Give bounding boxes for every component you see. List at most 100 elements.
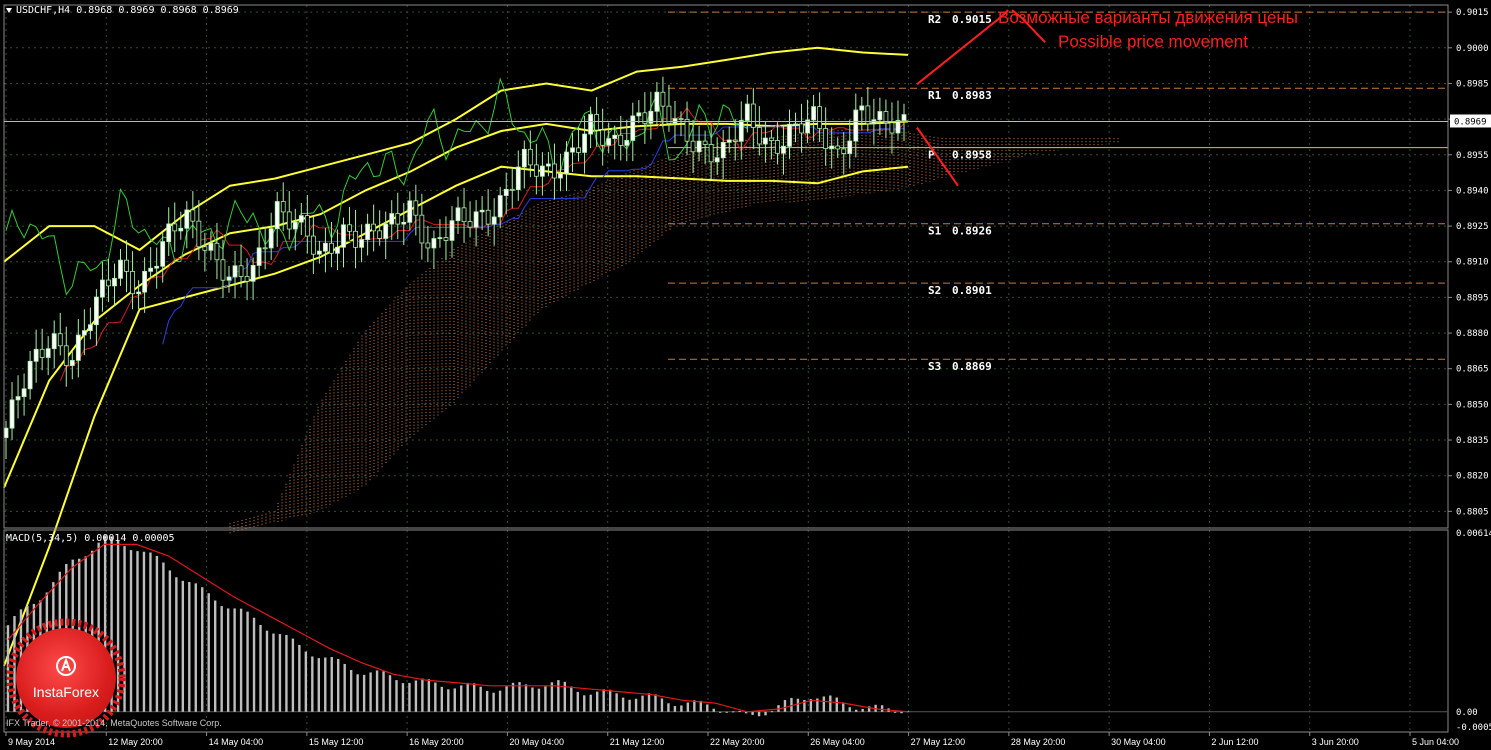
candle-up: [859, 105, 865, 111]
candle: [238, 244, 244, 288]
candle: [106, 258, 111, 303]
candle-up: [45, 348, 51, 358]
candle: [190, 191, 196, 239]
candle: [479, 196, 485, 230]
candle: [304, 194, 310, 254]
candle: [401, 203, 407, 245]
candle: [726, 126, 732, 153]
macd-bar: [900, 711, 903, 714]
pivot-label-value: 0.8926: [952, 225, 992, 238]
candle-up: [793, 123, 798, 126]
macd-bar: [259, 624, 262, 712]
macd-bar: [537, 688, 541, 712]
annotation-ru: Возможные варианты движения цены: [998, 8, 1299, 27]
chevron-down-icon[interactable]: [6, 7, 12, 13]
candle-up: [829, 145, 835, 150]
candle-up: [383, 223, 389, 239]
candle-down: [57, 333, 63, 347]
candle-up: [232, 265, 238, 278]
macd-bar: [220, 606, 223, 712]
candle-up: [726, 139, 732, 143]
macd-bar: [136, 551, 139, 712]
candle-up: [853, 109, 859, 142]
candle: [799, 103, 804, 153]
candle-down: [708, 144, 714, 163]
candle-up: [497, 195, 503, 218]
macd-bar: [628, 699, 631, 712]
macd-bar: [311, 656, 314, 712]
y-tick-label: 0.8880: [1456, 329, 1489, 339]
candle: [232, 251, 238, 299]
candle: [823, 107, 829, 166]
candle: [21, 373, 27, 416]
macd-bar: [615, 693, 618, 712]
candle-up: [696, 140, 702, 153]
candle-up: [178, 227, 184, 232]
candle-up: [449, 220, 455, 241]
candle-down: [702, 140, 708, 145]
candle-down: [130, 271, 135, 295]
candle-up: [112, 277, 117, 287]
candle-up: [564, 151, 569, 175]
macd-bar: [142, 551, 146, 712]
candle: [576, 126, 581, 162]
candle: [57, 312, 63, 356]
macd-bar: [589, 694, 592, 712]
macd-bar: [168, 570, 172, 712]
candle: [437, 219, 443, 248]
candle: [51, 320, 57, 369]
candle: [515, 150, 521, 201]
candle-down: [576, 147, 581, 153]
candle-up: [335, 246, 340, 254]
candle: [696, 125, 702, 162]
candle: [503, 172, 509, 215]
candle-up: [720, 141, 726, 159]
macd-panel: 0.00614 0.00 -0.00054: [4, 529, 1491, 733]
macd-bar: [725, 711, 728, 713]
x-tick-label: 16 May 20:00: [409, 737, 464, 747]
candle: [859, 97, 865, 131]
macd-bar: [641, 695, 644, 712]
candle-down: [190, 209, 196, 222]
candle-up: [208, 242, 214, 251]
macd-bar: [699, 700, 703, 712]
macd-bar: [706, 704, 709, 712]
macd-bar: [822, 696, 826, 712]
macd-bar: [861, 708, 864, 712]
candle: [895, 100, 901, 141]
x-tick-label: 27 May 12:00: [911, 737, 966, 747]
candle-down: [461, 207, 467, 223]
candle-down: [823, 128, 829, 150]
candle: [69, 350, 75, 380]
pivot-label-r2: R2 0.9015: [928, 13, 992, 26]
x-tick-label: 2 Jun 12:00: [1211, 737, 1258, 747]
macd-bar: [421, 678, 424, 712]
candle-up: [654, 91, 660, 112]
macd-bar: [207, 593, 210, 712]
candle-up: [69, 360, 75, 366]
candle-up: [624, 140, 630, 146]
candle: [570, 133, 575, 172]
candle-down: [485, 209, 491, 225]
candle-down: [467, 221, 473, 228]
candle-down: [329, 242, 334, 254]
candle-up: [51, 333, 57, 350]
macd-bar: [246, 611, 249, 712]
x-tick-label: 15 May 12:00: [309, 737, 364, 747]
y-tick-label: 0.8865: [1456, 365, 1489, 375]
candle: [286, 191, 292, 240]
macd-bar: [382, 671, 385, 712]
pivot-label-s2: S2 0.8901: [928, 284, 992, 297]
candle: [341, 217, 346, 268]
pivot-label-value: 0.8901: [952, 284, 992, 297]
candle-down: [775, 140, 780, 154]
candle-up: [877, 111, 883, 121]
macd-bar: [842, 702, 845, 712]
candle: [455, 196, 461, 234]
macd-bar: [829, 695, 832, 712]
macd-bar: [362, 674, 366, 712]
candle: [449, 206, 455, 258]
macd-bar: [349, 670, 353, 712]
candle: [39, 328, 45, 371]
candle-down: [889, 122, 895, 134]
